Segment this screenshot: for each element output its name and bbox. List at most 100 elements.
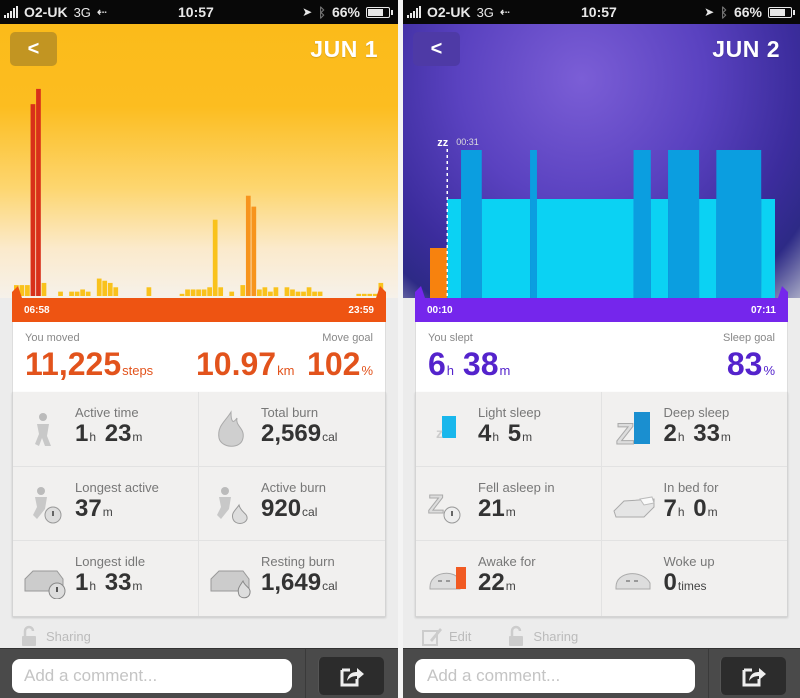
bluetooth-icon: ᛒ [318, 4, 326, 20]
comment-input[interactable] [12, 659, 292, 693]
zzz-stopwatch-icon: Z [428, 488, 461, 524]
goal-label: Sleep goal [723, 332, 775, 344]
stat-unit: cal [322, 430, 338, 444]
stat-number: 7 [663, 494, 677, 522]
activity-bar [218, 287, 224, 296]
stat-number: 0 [663, 569, 677, 597]
stat-cell: Woke up 0times [602, 541, 788, 616]
sleep-duration-value: 6h 38m [428, 346, 510, 389]
stat-label: Awake for [478, 554, 536, 570]
stat-value: 920cal [261, 495, 319, 523]
activity-bar [306, 287, 312, 296]
stat-unit: m [132, 579, 143, 594]
lock-open-icon [509, 625, 524, 646]
stat-label: Longest active [75, 479, 159, 495]
chevron-left-icon: < [430, 37, 443, 60]
comment-input[interactable] [415, 659, 695, 693]
divider [708, 649, 709, 698]
couch-flame-icon [210, 570, 251, 599]
stat-cell: Total burn 2,569cal [199, 392, 385, 467]
goal-unit: % [361, 363, 373, 378]
stat-value: 7h 0m [664, 495, 720, 523]
stat-number: 21 [478, 494, 505, 522]
stat-number: 2 [663, 420, 677, 447]
stat-value: 22m [478, 569, 518, 597]
sleep-segment-light [447, 199, 462, 298]
comment-bar [0, 648, 398, 698]
activity-bar [107, 282, 113, 296]
activity-bar [190, 289, 196, 296]
sleep-summary: You slept Sleep goal 6h 38m 83% [415, 322, 788, 392]
status-bar: O2-UK 3G ⇠ 10:57 ➤ ᛒ 66% [403, 0, 800, 24]
activity-bar [268, 291, 273, 296]
activity-bar [69, 291, 74, 296]
activity-bar [212, 219, 218, 296]
divider [305, 649, 306, 698]
stat-cell: Longest active 37m [13, 466, 199, 542]
stat-number: 37 [75, 494, 102, 522]
stat-cell: Awake for 22m [416, 541, 602, 616]
activity-screen: O2-UK 3G ⇠ 10:57 ➤ ᛒ 66% < JUN 1 06:58 2… [0, 0, 398, 698]
activity-bar [301, 291, 306, 296]
activity-bar [240, 285, 246, 296]
clock: 10:57 [178, 4, 214, 20]
activity-bar [256, 289, 262, 296]
activity-bar [290, 289, 295, 296]
activity-chart-area: < JUN 1 [0, 24, 398, 298]
stat-unit: m [505, 504, 516, 519]
stat-value: 37m [75, 495, 115, 523]
action-edit[interactable]: Edit [421, 625, 471, 647]
call-forward-icon: ⇠ [499, 5, 510, 19]
network-label: 3G [476, 4, 494, 20]
activity-bar [85, 291, 91, 296]
stat-cell: Active burn 920cal [199, 467, 385, 542]
steps-value: 11,225steps [25, 346, 153, 389]
action-sharing[interactable]: Sharing [18, 625, 91, 647]
stat-unit: m [102, 504, 113, 519]
minutes-number: 38 [462, 346, 499, 382]
stat-value: 21m [478, 495, 518, 523]
action-sharing[interactable]: Sharing [505, 625, 578, 647]
action-label: Sharing [46, 628, 91, 644]
stat-value: 1h 33m [75, 569, 144, 597]
comment-bar [403, 648, 800, 698]
goal-label: Move goal [322, 332, 373, 344]
back-button[interactable]: < [413, 32, 460, 66]
location-icon: ➤ [302, 5, 313, 19]
flame-icon [218, 410, 244, 447]
activity-bar [179, 293, 185, 296]
call-forward-icon: ⇠ [96, 5, 107, 19]
activity-bar [30, 104, 36, 296]
activity-stats-grid: Active time 1h 23m Total burn 2,569cal Longe… [12, 392, 386, 617]
battery-icon [768, 6, 795, 18]
stat-label: Deep sleep [663, 405, 730, 420]
hours-number: 6 [428, 346, 446, 382]
share-icon [340, 668, 364, 687]
stat-unit: h [492, 430, 500, 444]
activity-bar [361, 293, 367, 296]
activity-bar [25, 285, 30, 296]
action-row: Sharing [18, 622, 91, 650]
share-button[interactable] [318, 657, 384, 695]
stat-label: Light sleep [478, 405, 541, 420]
activity-bar [317, 291, 323, 296]
battery-percent: 66% [331, 4, 360, 20]
activity-bar [185, 289, 190, 296]
sleep-segment-deep [716, 150, 762, 298]
svg-text:Z: Z [616, 418, 634, 450]
running-flame-icon [217, 486, 248, 524]
share-button[interactable] [720, 657, 786, 695]
distance-unit: km [277, 363, 295, 378]
sleep-chart: zz 00:31 [415, 137, 788, 298]
activity-summary: You moved Move goal 11,225steps 10.97km … [12, 322, 386, 392]
network-label: 3G [73, 4, 91, 20]
back-button[interactable]: < [10, 32, 57, 66]
stat-unit: h [677, 430, 685, 444]
activity-bar [146, 287, 152, 296]
sleep-stats-grid: z Light sleep 4h 5m Z Deep sleep 2h 33m Z Fell … [415, 392, 788, 617]
stat-value: 1h 23m [75, 420, 144, 448]
timeline-start: 06:58 [24, 304, 50, 316]
stat-number: 33 [104, 569, 132, 597]
stat-unit: h [89, 430, 97, 444]
chevron-left-icon: < [27, 37, 40, 60]
